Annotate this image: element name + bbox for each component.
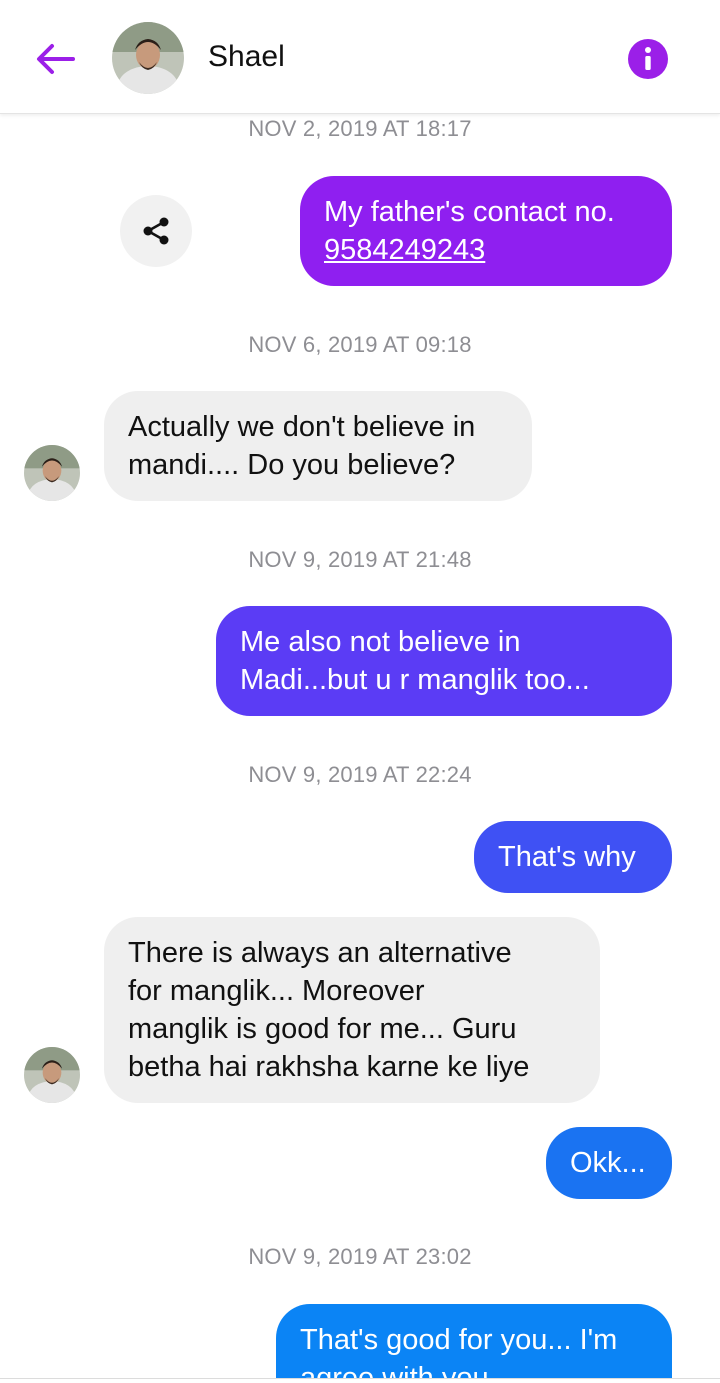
timestamp: NOV 6, 2019 AT 09:18 [248,332,472,357]
message-line: Okk... [570,1147,646,1179]
message-line: betha hai rakhsha karne ke liye [128,1051,530,1083]
message-line: There is always an alternative [128,937,512,969]
message-line: That's good for you... I'm [300,1324,618,1356]
phone-number-link[interactable]: 9584249243 [324,231,648,269]
contact-avatar[interactable] [112,22,184,94]
back-button[interactable] [30,36,80,82]
outgoing-message[interactable]: My father's contact no. 9584249243 [300,176,672,286]
message-line: for manglik... Moreover [128,975,425,1007]
conversation-header: Shael [0,0,720,114]
incoming-message[interactable]: Actually we don't believe in mandi.... D… [104,391,532,501]
outgoing-message[interactable]: Okk... [546,1127,672,1199]
timestamp: NOV 2, 2019 AT 18:17 [248,116,472,141]
outgoing-message[interactable]: That's good for you... I'm agree with yo… [276,1304,672,1378]
outgoing-message[interactable]: That's why [474,821,672,893]
sender-avatar[interactable] [24,445,80,501]
arrow-left-icon [37,44,75,74]
timestamp: NOV 9, 2019 AT 23:02 [248,1244,472,1269]
message-line: That's why [498,841,636,873]
message-line: mandi.... Do you believe? [128,449,456,481]
message-line: Me also not believe in [240,626,521,658]
timestamp: NOV 9, 2019 AT 22:24 [248,762,472,787]
info-icon [628,39,668,79]
message-line: Actually we don't believe in [128,411,476,443]
message-line: Madi...but u r manglik too... [240,664,590,696]
message-line: agree with you [300,1362,489,1378]
outgoing-message[interactable]: Me also not believe in Madi...but u r ma… [216,606,672,716]
message-line: My father's contact no. [324,196,615,228]
contact-name[interactable]: Shael [208,40,285,74]
sender-avatar[interactable] [24,1047,80,1103]
message-line: manglik is good for me... Guru [128,1013,517,1045]
message-thread[interactable]: NOV 2, 2019 AT 18:17 My father's contact… [0,114,720,1378]
share-button[interactable] [120,195,192,267]
timestamp: NOV 9, 2019 AT 21:48 [248,547,472,572]
incoming-message[interactable]: There is always an alternative for mangl… [104,917,600,1103]
composer-divider [0,1378,720,1383]
share-icon [143,217,169,245]
info-button[interactable] [628,39,668,79]
